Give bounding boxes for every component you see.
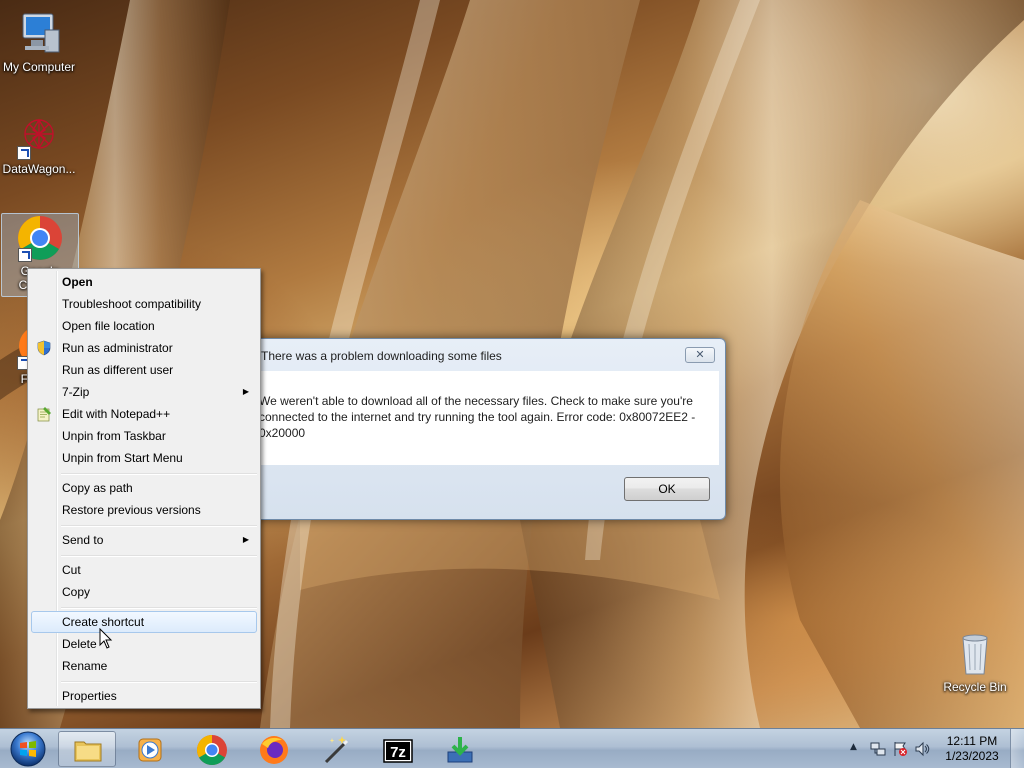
ok-button[interactable]: OK xyxy=(624,477,710,501)
taskbar-button-windows-media-player[interactable] xyxy=(120,731,178,767)
menu-item-unpin-from-taskbar[interactable]: Unpin from Taskbar xyxy=(31,425,257,447)
menu-item-label: Create shortcut xyxy=(62,615,145,629)
magic-wand-icon xyxy=(320,734,352,766)
menu-item-rename[interactable]: Rename xyxy=(31,655,257,677)
dialog-title: There was a problem downloading some fil… xyxy=(261,349,502,363)
taskbar-button-download-tool[interactable] xyxy=(430,731,488,767)
shortcut-arrow-icon xyxy=(18,248,32,262)
menu-separator xyxy=(61,525,257,527)
close-icon: ✕ xyxy=(695,348,705,361)
menu-item-label: Cut xyxy=(62,563,81,577)
taskbar-button-magic-wand-app[interactable] xyxy=(306,731,364,767)
computer-icon xyxy=(15,10,63,58)
menu-separator xyxy=(61,555,257,557)
taskbar-button-firefox[interactable] xyxy=(244,731,302,767)
menu-separator xyxy=(61,473,257,475)
context-menu: Open Troubleshoot compatibility Open fil… xyxy=(27,268,261,709)
notification-area: ▲ 12:11 PM 1/23/2023 xyxy=(834,729,1024,768)
7zip-icon: 7z xyxy=(382,734,414,766)
menu-item-label: Copy as path xyxy=(62,481,133,495)
action-center-flag-icon[interactable] xyxy=(892,741,908,760)
folder-icon xyxy=(72,734,104,766)
media-player-icon xyxy=(134,734,166,766)
taskbar-button-7-zip[interactable]: 7z xyxy=(368,731,426,767)
menu-item-label: Restore previous versions xyxy=(62,503,201,517)
firefox-icon xyxy=(258,734,290,766)
dialog-message: We weren't able to download all of the n… xyxy=(259,394,696,440)
menu-item-troubleshoot-compatibility[interactable]: Troubleshoot compatibility xyxy=(31,293,257,315)
menu-item-label: Troubleshoot compatibility xyxy=(62,297,201,311)
desktop-icon-recycle-bin[interactable]: Recycle Bin xyxy=(936,630,1014,694)
system-clock[interactable]: 12:11 PM 1/23/2023 xyxy=(942,734,1002,764)
start-button[interactable] xyxy=(2,730,54,768)
chrome-icon xyxy=(16,214,64,262)
mouse-cursor-icon xyxy=(99,627,113,653)
dialog-titlebar[interactable]: There was a problem downloading some fil… xyxy=(237,339,725,369)
notepad-plus-plus-icon xyxy=(36,406,52,422)
menu-item-unpin-from-start-menu[interactable]: Unpin from Start Menu xyxy=(31,447,257,469)
menu-item-create-shortcut[interactable]: Create shortcut xyxy=(31,611,257,633)
submenu-arrow-icon: ▶ xyxy=(242,535,249,544)
taskbar-button-windows-explorer[interactable] xyxy=(58,731,116,767)
menu-item-send-to[interactable]: Send to ▶ xyxy=(31,529,257,551)
menu-item-label: Run as administrator xyxy=(62,341,173,355)
clock-date: 1/23/2023 xyxy=(945,749,999,763)
show-hidden-icons-arrow[interactable]: ▲ xyxy=(850,742,857,752)
show-desktop-button[interactable] xyxy=(1010,729,1024,768)
menu-item-restore-previous-versions[interactable]: Restore previous versions xyxy=(31,499,257,521)
desktop-icon-my-computer[interactable]: My Computer xyxy=(0,10,78,74)
menu-item-label: Properties xyxy=(62,689,117,703)
desktop-icon-label: My Computer xyxy=(2,60,76,74)
menu-separator xyxy=(61,607,257,609)
clock-time: 12:11 PM xyxy=(946,734,998,748)
download-arrow-icon xyxy=(444,734,476,766)
menu-item-label: Send to xyxy=(62,533,104,547)
menu-item-edit-with-notepad-plus-plus[interactable]: Edit with Notepad++ xyxy=(31,403,257,425)
desktop-icon-label: Recycle Bin xyxy=(943,680,1007,694)
menu-item-open[interactable]: Open xyxy=(31,271,257,293)
menu-item-copy-as-path[interactable]: Copy as path xyxy=(31,477,257,499)
dialog-content: We weren't able to download all of the n… xyxy=(245,371,719,465)
menu-separator xyxy=(61,681,257,683)
menu-item-run-as-different-user[interactable]: Run as different user xyxy=(31,359,257,381)
menu-item-label: Run as different user xyxy=(62,363,174,377)
error-dialog: There was a problem downloading some fil… xyxy=(236,338,726,520)
shortcut-arrow-icon xyxy=(17,146,31,160)
menu-item-label: Open xyxy=(62,275,93,289)
menu-item-label: Copy xyxy=(62,585,91,599)
menu-item-label: Edit with Notepad++ xyxy=(62,407,171,421)
menu-item-label: Rename xyxy=(62,659,108,673)
menu-item-run-as-administrator[interactable]: Run as administrator xyxy=(31,337,257,359)
menu-item-label: Open file location xyxy=(62,319,155,333)
menu-item-7-zip[interactable]: 7-Zip ▶ xyxy=(31,381,257,403)
windows-orb-icon xyxy=(10,731,46,767)
menu-item-label: Delete xyxy=(62,637,97,651)
datawagon-icon xyxy=(15,112,63,160)
menu-item-label: Unpin from Start Menu xyxy=(62,451,183,465)
menu-item-delete[interactable]: Delete xyxy=(31,633,257,655)
desktop-icon-label: DataWagon... xyxy=(2,162,76,176)
uac-shield-icon xyxy=(36,340,52,356)
volume-icon[interactable] xyxy=(914,741,930,760)
menu-item-open-file-location[interactable]: Open file location xyxy=(31,315,257,337)
dialog-close-button[interactable]: ✕ xyxy=(685,347,715,363)
recycle-bin-icon xyxy=(951,630,999,678)
menu-item-cut[interactable]: Cut xyxy=(31,559,257,581)
desktop-icon-datawagon[interactable]: DataWagon... xyxy=(0,112,78,176)
7zip-icon-text: 7z xyxy=(390,744,406,761)
chrome-icon xyxy=(196,734,228,766)
network-icon[interactable] xyxy=(870,741,886,760)
menu-item-copy[interactable]: Copy xyxy=(31,581,257,603)
menu-item-label: 7-Zip xyxy=(62,385,90,399)
taskbar-button-google-chrome[interactable] xyxy=(182,731,240,767)
submenu-arrow-icon: ▶ xyxy=(242,387,249,396)
taskbar: 7z ▲ 12:11 PM 1/23/2023 xyxy=(0,728,1024,768)
menu-item-label: Unpin from Taskbar xyxy=(62,429,166,443)
menu-item-properties[interactable]: Properties xyxy=(31,685,257,707)
